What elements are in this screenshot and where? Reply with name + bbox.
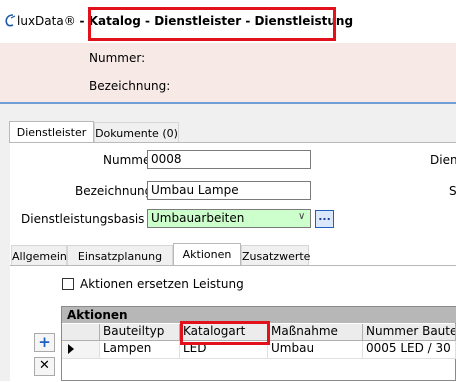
tab-zusatzwerte-label: Zusatzwerte xyxy=(242,250,311,263)
right-truncated-label: Dienstl xyxy=(430,153,456,167)
window-brand: luxData® xyxy=(17,14,76,28)
nummer-field[interactable]: 0008 xyxy=(147,150,311,169)
aktionen-ersetzen-checkbox[interactable] xyxy=(62,278,74,290)
bezeichnung-label: Bezeichnung xyxy=(75,184,153,198)
katalogart-highlight-box xyxy=(180,321,270,345)
aktionen-ersetzen-label: Aktionen ersetzen Leistung xyxy=(80,277,244,291)
bezeichnung-field[interactable]: Umbau Lampe xyxy=(147,181,311,200)
right-truncated-label-2: S xyxy=(449,184,456,198)
title-highlight-box xyxy=(88,7,336,41)
delete-row-button[interactable]: ✕ xyxy=(34,357,55,376)
column-header-massnahme[interactable]: Maßnahme xyxy=(268,324,363,341)
grid-row-header-corner xyxy=(62,324,100,341)
tab-dokumente[interactable]: Dokumente (0) xyxy=(94,122,179,143)
record-header-panel xyxy=(0,43,456,102)
tab-einsatzplanung[interactable]: Einsatzplanung xyxy=(67,245,173,266)
table-cell-nummer-bauteil[interactable]: 0005 LED / 30 W xyxy=(363,341,456,359)
header-bezeichnung-label: Bezeichnung: xyxy=(89,79,171,93)
add-row-button[interactable]: + xyxy=(34,333,55,352)
basis-more-label: ... xyxy=(318,210,331,223)
close-icon: ✕ xyxy=(39,358,50,373)
tab-aktionen-label: Aktionen xyxy=(182,248,232,261)
basis-select-value: Umbauarbeiten xyxy=(151,211,245,225)
tab-allgemein[interactable]: Allgemein xyxy=(11,245,67,266)
grid-group-label: Aktionen xyxy=(67,308,128,322)
tab-zusatzwerte[interactable]: Zusatzwerte xyxy=(241,245,311,266)
tab-aktionen[interactable]: Aktionen xyxy=(173,243,241,267)
table-cell-massnahme[interactable]: Umbau xyxy=(268,341,363,359)
tab-allgemein-label: Allgemein xyxy=(12,250,67,263)
basis-label: Dienstleistungsbasis xyxy=(21,212,145,226)
basis-more-button[interactable]: ... xyxy=(315,210,334,228)
table-cell-bauteiltyp[interactable]: Lampen xyxy=(100,341,180,359)
column-header-nummer-bauteil[interactable]: Nummer Bauteil xyxy=(363,324,456,341)
chevron-down-icon[interactable]: ∨ xyxy=(298,211,305,222)
column-header-bauteiltyp[interactable]: Bauteiltyp xyxy=(100,324,180,341)
tab-dienstleister[interactable]: Dienstleister xyxy=(9,121,94,143)
row-selector-arrow-icon[interactable] xyxy=(62,341,100,359)
header-nummer-label: Nummer: xyxy=(89,51,146,65)
tab-dokumente-label: Dokumente (0) xyxy=(95,127,178,140)
plus-icon: + xyxy=(38,333,51,351)
app-logo-icon xyxy=(4,13,16,27)
basis-select[interactable]: Umbauarbeiten xyxy=(147,209,311,228)
tab-einsatzplanung-label: Einsatzplanung xyxy=(77,250,163,263)
tab-dienstleister-label: Dienstleister xyxy=(16,126,87,139)
